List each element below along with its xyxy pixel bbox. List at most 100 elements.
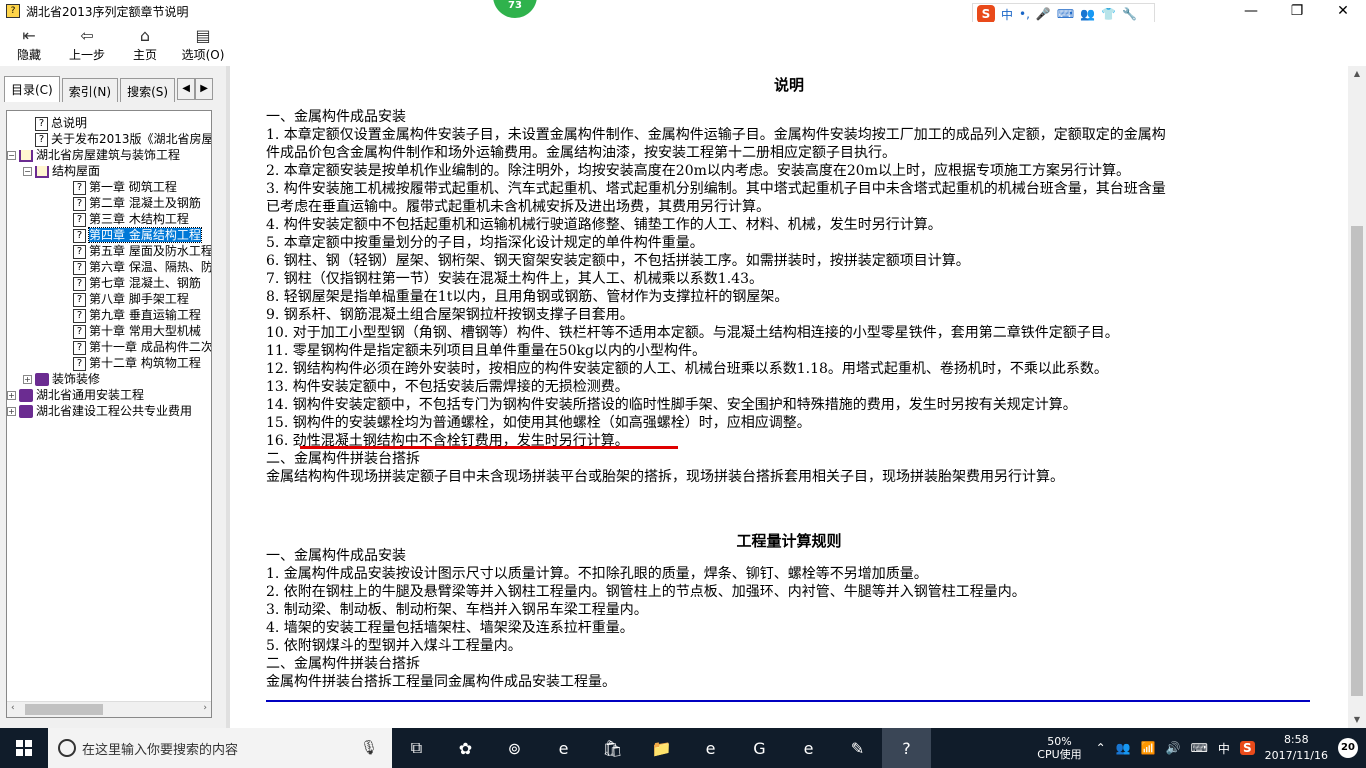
tab-contents[interactable]: 目录(C) xyxy=(4,76,60,102)
tree-node[interactable]: ? 总说明 xyxy=(35,115,87,131)
document-content: 说明 一、金属构件成品安装 1. 本章定额仅设置金属构件安装子目，未设置金属构件制… xyxy=(230,66,1348,728)
tree-node[interactable]: ? 第十二章 构筑物工程 xyxy=(73,355,201,371)
notification-badge[interactable]: 20 xyxy=(1338,738,1358,758)
scroll-right-icon[interactable]: › xyxy=(203,703,207,713)
notes-line: 7. 钢柱（仅指钢柱第一节）安装在混凝土构件上，其人工、机械乘以系数1.43。 xyxy=(266,271,763,287)
collapse-icon[interactable]: − xyxy=(23,167,32,176)
tree-horizontal-scrollbar[interactable]: ‹ › xyxy=(7,701,211,717)
tree-node[interactable]: ? 第七章 混凝土、钢筋 xyxy=(73,275,201,291)
sogou-tray-icon[interactable]: S xyxy=(1239,741,1255,755)
app-icon: ? xyxy=(6,4,20,18)
task-view-icon[interactable]: ⧉ xyxy=(392,728,441,768)
home-label: 主页 xyxy=(132,48,157,62)
rules-line: 一、金属构件成品安装 xyxy=(266,548,406,564)
sogou-logo-icon[interactable]: S xyxy=(977,5,995,23)
tree-node-label: 第十一章 成品构件二次 xyxy=(89,340,212,354)
keyboard-icon[interactable]: ⌨ xyxy=(1191,741,1208,755)
tree-node[interactable]: ? 第三章 木结构工程 xyxy=(73,211,189,227)
spiral-icon[interactable]: ⊚ xyxy=(490,728,539,768)
tree-node[interactable]: ? 关于发布2013版《湖北省房屋 xyxy=(35,131,211,147)
tree-node[interactable]: ? 第十一章 成品构件二次 xyxy=(73,339,212,355)
start-button[interactable] xyxy=(0,728,48,768)
hide-button[interactable]: ⇤ 隐藏 xyxy=(0,22,58,66)
tree-node[interactable]: ? 第九章 垂直运输工程 xyxy=(73,307,201,323)
help-page-icon: ? xyxy=(73,324,86,339)
expand-icon[interactable]: + xyxy=(7,391,16,400)
microphone-icon[interactable]: 🎙 xyxy=(360,740,378,756)
scroll-thumb[interactable] xyxy=(25,704,103,715)
rules-line: 2. 依附在钢柱上的牛腿及悬臂梁等并入钢柱工程量内。钢管柱上的节点板、加强环、内… xyxy=(266,584,1026,600)
pinwheel-icon[interactable]: ✿ xyxy=(441,728,490,768)
contents-tree[interactable]: ? 总说明? 关于发布2013版《湖北省房屋 − 湖北省房屋建筑与装饰工程 − 结构屋面? 第… xyxy=(6,110,212,718)
ie-icon[interactable]: e xyxy=(686,728,735,768)
tree-node[interactable]: + 湖北省建设工程公共专业费用 xyxy=(7,403,192,419)
clock[interactable]: 8:58 2017/11/16 xyxy=(1265,732,1328,764)
notes-line: 一、金属构件成品安装 xyxy=(266,109,406,125)
help-page-icon: ? xyxy=(73,212,86,227)
tree-node-label: 第十章 常用大型机械 xyxy=(89,324,201,338)
search-placeholder: 在这里输入你要搜索的内容 xyxy=(82,742,239,758)
e-icon[interactable]: e xyxy=(784,728,833,768)
back-label: 上一步 xyxy=(68,48,105,62)
network-icon[interactable]: 📶 xyxy=(1141,741,1156,755)
folder-icon[interactable]: 📁 xyxy=(637,728,686,768)
edge-icon[interactable]: e xyxy=(539,728,588,768)
scroll-down-icon[interactable]: ▼ xyxy=(1348,712,1366,728)
taskbar-search[interactable]: 在这里输入你要搜索的内容 🎙 xyxy=(48,728,392,768)
tree-node[interactable]: + 装饰装修 xyxy=(23,371,100,387)
ime-keyboard-icon[interactable]: ⌨ xyxy=(1057,7,1074,21)
ime-lang[interactable]: 中 xyxy=(1001,6,1013,23)
scroll-left-icon[interactable]: ‹ xyxy=(11,703,15,713)
tray-expand-icon[interactable]: ⌃ xyxy=(1096,741,1106,755)
tree-node[interactable]: ? 第八章 脚手架工程 xyxy=(73,291,189,307)
tree-node[interactable]: ? 第五章 屋面及防水工程 xyxy=(73,243,211,259)
people-icon[interactable]: 👥 xyxy=(1116,741,1131,755)
tab-scroll-right-icon[interactable]: ▶ xyxy=(195,78,214,100)
ime-settings-icon[interactable]: 🔧 xyxy=(1122,7,1137,21)
system-tray: 50% CPU使用 ⌃ 👥 📶 🔊 ⌨ 中 S 8:58 2017/11/16 … xyxy=(1037,728,1366,768)
expand-icon[interactable]: + xyxy=(7,407,16,416)
help-page-icon: ? xyxy=(73,244,86,259)
g-icon[interactable]: G xyxy=(735,728,784,768)
options-button[interactable]: ▤ 选项(O) xyxy=(174,22,232,66)
tree-node[interactable]: ? 第六章 保温、隔热、防 xyxy=(73,259,211,275)
time: 8:58 xyxy=(1283,733,1309,746)
minimize-button[interactable]: — xyxy=(1228,0,1274,22)
notes-line: 1. 本章定额仅设置金属构件安装子目，未设置金属构件制作、金属构件运输子目。金属… xyxy=(266,127,1166,143)
ime-users-icon[interactable]: 👥 xyxy=(1080,7,1095,21)
tree-node[interactable]: ? 第十章 常用大型机械 xyxy=(73,323,201,339)
options-icon: ▤ xyxy=(195,26,211,45)
input-lang[interactable]: 中 xyxy=(1218,740,1230,757)
back-button[interactable]: ⇦ 上一步 xyxy=(58,22,116,66)
vscroll-thumb[interactable] xyxy=(1351,226,1363,696)
cpu-monitor[interactable]: 50% CPU使用 xyxy=(1037,735,1081,761)
tab-scroll-left-icon[interactable]: ◀ xyxy=(177,78,196,100)
help-page-icon: ? xyxy=(73,276,86,291)
tree-node[interactable]: − 结构屋面 xyxy=(23,163,100,179)
tab-index[interactable]: 索引(N) xyxy=(61,78,119,102)
expand-icon[interactable]: + xyxy=(23,375,32,384)
scroll-up-icon[interactable]: ▲ xyxy=(1348,66,1366,82)
home-button[interactable]: ⌂ 主页 xyxy=(116,22,174,66)
notes-icon[interactable]: ✎ xyxy=(833,728,882,768)
help-page-icon: ? xyxy=(73,260,86,275)
tree-node[interactable]: ? 第一章 砌筑工程 xyxy=(73,179,177,195)
ime-punct-icon[interactable]: •, xyxy=(1019,7,1030,21)
ime-skin-icon[interactable]: 👕 xyxy=(1101,7,1116,21)
volume-icon[interactable]: 🔊 xyxy=(1166,741,1181,755)
tree-node[interactable]: + 湖北省通用安装工程 xyxy=(7,387,144,403)
tab-search[interactable]: 搜索(S) xyxy=(120,78,176,102)
store-icon[interactable]: 🛍 xyxy=(588,728,637,768)
help-icon[interactable]: ? xyxy=(882,728,931,768)
tree-node[interactable]: ? 第二章 混凝土及钢筋 xyxy=(73,195,201,211)
open-book-icon xyxy=(35,165,49,178)
tree-node-label: 第七章 混凝土、钢筋 xyxy=(89,276,201,290)
content-vertical-scrollbar[interactable]: ▲ ▼ xyxy=(1348,66,1366,728)
restore-button[interactable]: ❐ xyxy=(1274,0,1320,22)
tree-node[interactable]: − 湖北省房屋建筑与装饰工程 xyxy=(7,147,180,163)
closed-book-icon xyxy=(19,389,33,402)
close-button[interactable]: ✕ xyxy=(1320,0,1366,22)
tree-node[interactable]: ? 第四章 金属结构工程 xyxy=(73,227,202,243)
collapse-icon[interactable]: − xyxy=(7,151,16,160)
ime-mic-icon[interactable]: 🎤 xyxy=(1036,7,1051,21)
